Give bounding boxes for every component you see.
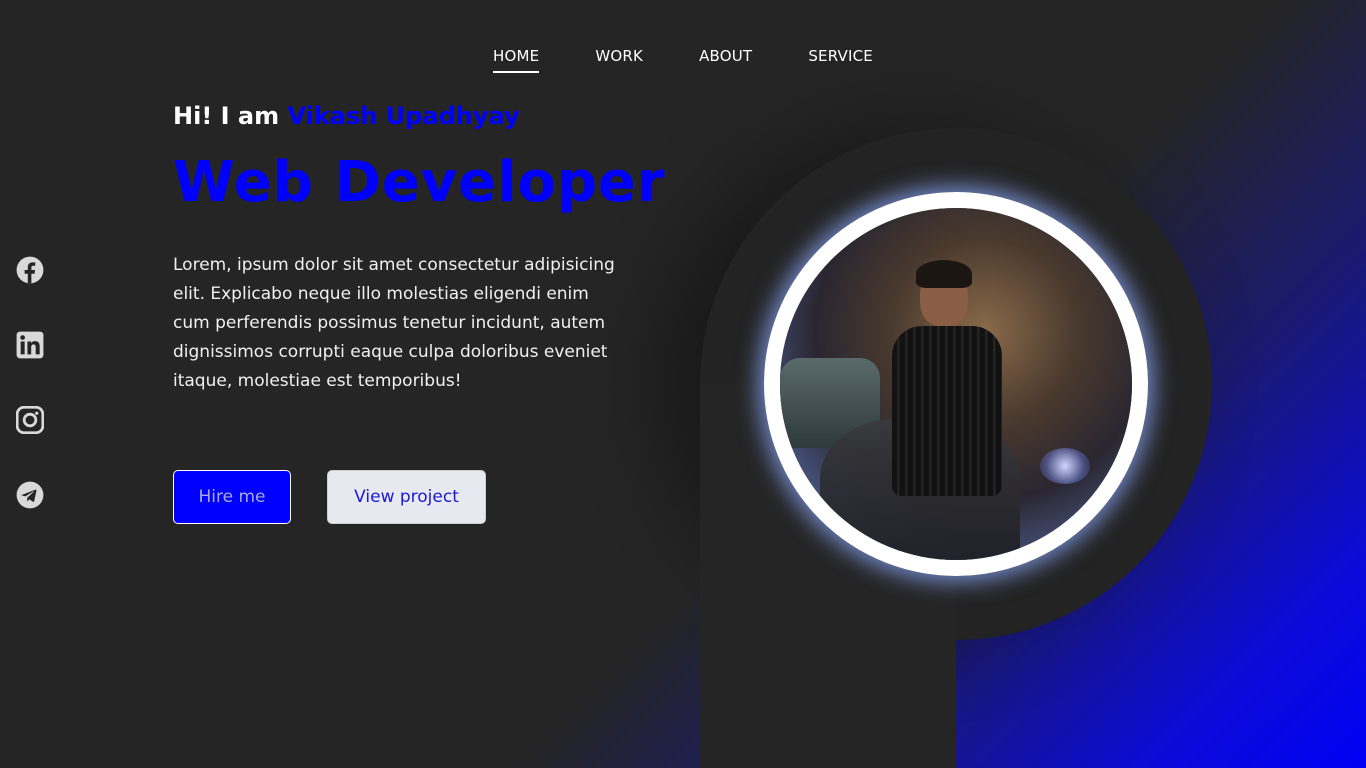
greeting: Hi! I am Vikash Upadhyay [173,102,520,130]
nav-about[interactable]: ABOUT [699,47,752,73]
hire-me-button[interactable]: Hire me [173,470,291,524]
photo-person-body [892,326,1002,496]
view-project-button[interactable]: View project [327,470,486,524]
top-nav: HOME WORK ABOUT SERVICE [0,47,1366,73]
photo-light [1040,448,1090,484]
telegram-icon[interactable] [16,481,44,509]
profile-photo-frame [764,192,1148,576]
developer-name: Vikash Upadhyay [287,102,520,130]
nav-work[interactable]: WORK [595,47,643,73]
linkedin-icon[interactable] [16,331,44,359]
greeting-prefix: Hi! I am [173,102,288,130]
social-links [15,256,45,509]
facebook-icon[interactable] [16,256,44,284]
photo-person-hair [916,260,972,288]
profile-photo [780,208,1132,560]
nav-service[interactable]: SERVICE [808,47,873,73]
nav-home[interactable]: HOME [493,47,540,73]
hero-description: Lorem, ipsum dolor sit amet consectetur … [173,255,615,391]
hero-title: Web Developer [173,150,666,215]
instagram-icon[interactable] [15,405,45,435]
